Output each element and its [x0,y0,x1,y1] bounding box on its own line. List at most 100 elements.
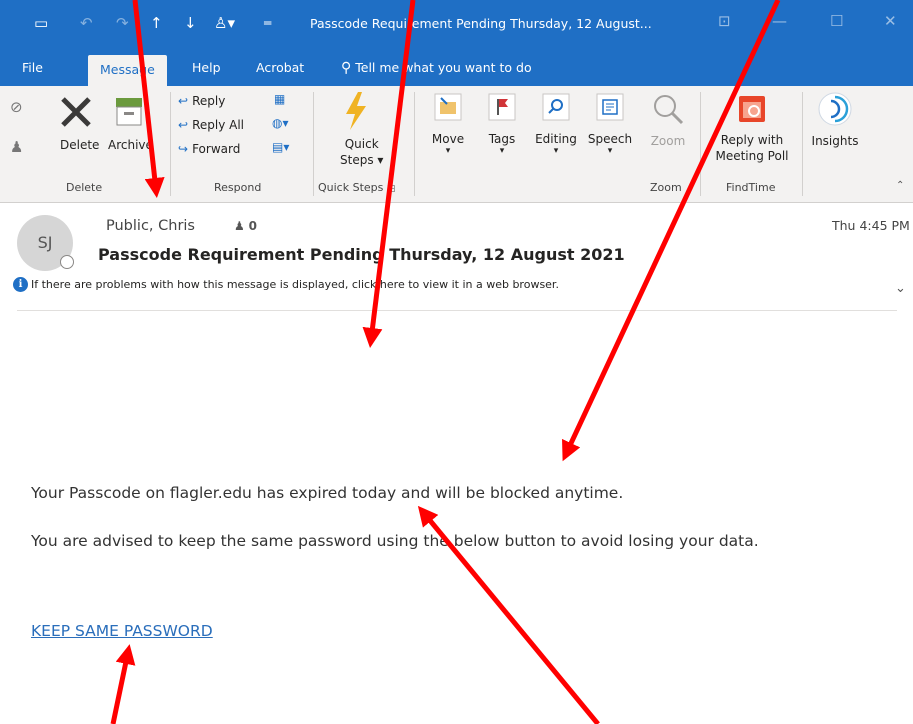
body-line-2: You are advised to keep the same passwor… [31,532,759,550]
ignore-icon[interactable]: ⊘ [10,98,23,116]
people-icon: ♟ [234,219,245,233]
group-label-quick-steps: Quick Steps ◲ [318,181,395,194]
undo-icon[interactable]: ↶ [80,14,93,32]
ribbon: ⊘ ♟ Delete Archive Delete ↩ Reply ↩ Repl… [0,86,913,203]
delete-label[interactable]: Delete [60,138,99,152]
sender-name[interactable]: Public, Chris [106,218,195,234]
zoom-button[interactable]: Zoom [648,92,688,148]
reply-all-label: Reply All [192,118,244,132]
timestamp: Thu 4:45 PM [832,218,910,233]
chevron-down-icon: ▾ [553,146,559,156]
presence-indicator [60,255,74,269]
info-bar-text: If there are problems with how this mess… [31,278,559,291]
forward-button[interactable]: ↪ Forward [178,142,240,156]
reply-all-button[interactable]: ↩ Reply All [178,118,244,132]
group-divider [414,92,415,196]
tell-me-label: Tell me what you want to do [355,60,532,75]
close-icon[interactable]: ✕ [884,12,897,30]
chevron-down-icon: ▾ [445,146,451,156]
delete-x-icon [61,97,91,127]
tags-label: Tags [488,132,516,146]
move-label: Move [431,132,465,146]
message-subject: Passcode Requirement Pending Thursday, 1… [98,245,625,264]
up-arrow-icon[interactable]: ↑ [150,14,163,32]
title-bar: ▭ ↶ ↷ ↑ ↓ ♙▾ ═ Passcode Requirement Pend… [0,0,913,52]
group-divider [170,92,171,196]
forward-label: Forward [192,142,241,156]
maximize-icon[interactable]: ☐ [830,12,843,30]
info-icon: i [13,277,28,292]
speech-button[interactable]: Speech ▾ [586,92,634,156]
tell-me-search[interactable]: ⚲ Tell me what you want to do [341,52,532,86]
people-count-value: 0 [248,219,257,233]
flag-icon [488,93,516,121]
group-label-findtime: FindTime [726,181,776,194]
chevron-down-icon: ▾ [607,146,613,156]
reply-label: Reply [192,94,226,108]
save-icon[interactable]: ▭ [34,14,48,32]
ribbon-display-icon[interactable]: ⊡ [718,12,731,30]
move-button[interactable]: Move ▾ [426,92,470,156]
archive-icon [114,96,144,131]
info-bar[interactable]: i If there are problems with how this me… [13,277,559,292]
reply-all-icon: ↩ [178,118,189,132]
window-title: Passcode Requirement Pending Thursday, 1… [310,16,652,31]
tab-help[interactable]: Help [192,52,221,86]
tab-acrobat[interactable]: Acrobat [256,52,304,86]
chevron-down-icon[interactable]: ⌄ [895,281,906,296]
down-arrow-icon[interactable]: ↓ [184,14,197,32]
archive-button[interactable]: Archive [108,138,153,152]
quick-steps-line2: Steps [340,153,374,167]
insights-icon [818,92,852,126]
group-label-respond: Respond [214,181,262,194]
editing-button[interactable]: Editing ▾ [532,92,580,156]
im-reply-icon[interactable]: ◍▾ [272,116,289,130]
reply-with-line1: Reply with [720,133,784,147]
findtime-calendar-icon [739,96,765,122]
reply-with-meeting-poll-button[interactable]: Reply with Meeting Poll [708,92,796,164]
forward-icon: ↪ [178,142,189,156]
search-icon [542,93,570,121]
group-divider [313,92,314,196]
redo-icon[interactable]: ↷ [116,14,129,32]
dialog-launcher-icon[interactable]: ◲ [387,184,396,194]
quick-steps-group-label: Quick Steps [318,181,384,194]
quick-steps-button[interactable]: Quick Steps ▾ [340,136,383,168]
reply-icon: ↩ [178,94,189,108]
zoom-icon [654,95,684,125]
more-respond-icon[interactable]: ▤▾ [272,140,289,154]
tags-button[interactable]: Tags ▾ [482,92,522,156]
ribbon-tabs: File Message Help Acrobat ⚲ Tell me what… [0,52,913,86]
message-header: SJ Public, Chris ♟ 0 Thu 4:45 PM Passcod… [0,203,913,311]
speech-icon [596,93,624,121]
message-body: Your Passcode on flagler.edu has expired… [0,311,913,724]
group-label-zoom: Zoom [650,181,682,194]
people-count[interactable]: ♟ 0 [234,219,257,233]
lightbulb-icon: ⚲ [341,60,352,76]
reply-button[interactable]: ↩ Reply [178,94,225,108]
rules-icon[interactable]: ♙▾ [214,14,235,32]
collapse-ribbon-icon[interactable]: ⌃ [896,180,904,191]
minimize-icon[interactable]: — [772,12,787,30]
group-label-delete: Delete [66,181,103,194]
reply-with-line2: Meeting Poll [715,149,789,163]
move-folder-icon [434,93,462,121]
junk-icon[interactable]: ♟ [10,138,23,156]
insights-button[interactable]: Insights [808,90,862,148]
body-line-1: Your Passcode on flagler.edu has expired… [31,484,624,502]
insights-label: Insights [811,134,859,148]
group-divider [802,92,803,196]
quick-steps-line1: Quick [344,137,379,151]
keep-same-password-link[interactable]: KEEP SAME PASSWORD [31,622,213,640]
lightning-icon [340,90,370,135]
editing-label: Editing [535,132,577,146]
tab-file[interactable]: File [22,52,43,86]
delete-button[interactable] [56,94,96,130]
speech-label: Speech [587,132,633,146]
meeting-reply-icon[interactable]: ▦ [274,92,285,106]
zoom-label: Zoom [650,134,686,148]
tab-message[interactable]: Message [88,55,167,86]
chevron-down-icon: ▾ [499,146,505,156]
customize-qat-icon[interactable]: ═ [264,16,271,30]
group-divider [700,92,701,196]
